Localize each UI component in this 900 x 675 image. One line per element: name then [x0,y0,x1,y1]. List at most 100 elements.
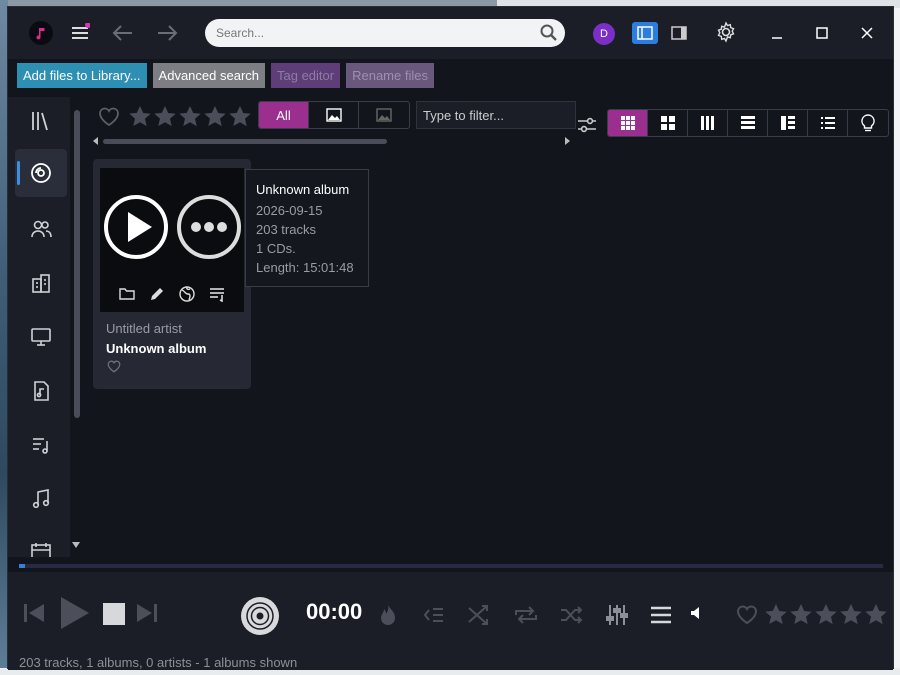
lightbulb-icon[interactable] [848,110,888,136]
volume-icon[interactable] [689,605,705,621]
scroll-down-arrow-icon[interactable] [72,542,80,548]
add-files-button[interactable]: Add files to Library... [17,63,147,88]
menu-icon[interactable] [70,22,91,43]
tooltip-date: 2026-09-15 [256,203,323,218]
nav-scrollbar[interactable] [74,110,80,418]
stop-icon[interactable] [102,602,126,626]
left-navigation [8,97,70,557]
scroll-right-arrow-icon[interactable] [565,137,570,145]
view-details-icon[interactable] [768,110,808,136]
segment-with-image-icon[interactable] [309,102,359,128]
segment-all[interactable]: All [259,102,309,128]
right-panel-toggle-icon[interactable] [668,22,690,44]
more-options-icon[interactable] [176,194,242,260]
star-icon [204,106,226,127]
previous-track-icon[interactable] [21,600,47,626]
favorite-filter-heart-icon[interactable] [97,105,121,127]
maximize-icon[interactable] [810,21,834,45]
album-card[interactable]: Untitled artist Unknown album [93,159,251,389]
globe-icon[interactable] [178,285,196,303]
close-icon[interactable] [855,21,879,45]
forward-arrow-icon[interactable] [154,21,180,45]
library-nav-icon[interactable] [15,97,67,145]
star-icon [229,106,251,127]
calendar-nav-icon[interactable] [15,529,67,557]
star-icon [129,106,151,127]
devices-nav-icon[interactable] [15,313,67,361]
queue-list-icon[interactable] [208,285,226,303]
shuffle-icon[interactable] [558,602,586,628]
track-rating[interactable] [764,602,888,626]
sidebar-layout-toggle-icon[interactable] [632,22,658,44]
view-rows-icon[interactable] [728,110,768,136]
search-input[interactable] [216,26,516,40]
album-tools [100,285,244,303]
play-album-icon[interactable] [103,194,169,260]
star-icon [815,604,837,625]
advanced-search-button[interactable]: Advanced search [152,63,265,88]
segment-without-image-icon[interactable] [359,102,409,128]
minimize-icon[interactable] [765,21,789,45]
elapsed-time: 00:00 [306,599,363,624]
back-arrow-icon[interactable] [110,21,136,45]
playlists-nav-icon[interactable] [15,421,67,469]
star-icon [790,604,812,625]
favorite-heart-icon[interactable] [106,359,122,373]
favorite-heart-icon[interactable] [734,602,760,626]
album-art [100,168,244,312]
rating-filter[interactable] [128,105,252,127]
shuffle-off-icon[interactable] [466,602,492,628]
scroll-left-arrow-icon[interactable] [93,137,98,145]
avatar[interactable]: D [593,23,615,45]
star-icon [154,106,176,127]
edit-pencil-icon[interactable] [148,285,166,303]
folder-icon[interactable] [118,285,136,303]
album-title: Unknown album [106,341,207,356]
search-icon[interactable] [539,23,559,43]
app-window: D Add files to Library... Advanced searc… [7,6,894,670]
albums-nav-icon[interactable] [15,149,67,197]
tooltip-title: Unknown album [256,182,350,197]
star-icon [765,604,787,625]
search-box [205,19,565,47]
hot-flame-icon[interactable] [375,602,401,628]
album-tooltip: Unknown album 2026-09-15 203 tracks 1 CD… [245,169,369,287]
view-columns-icon[interactable] [688,110,728,136]
status-text: 203 tracks, 1 albums, 0 artists - 1 albu… [19,655,298,670]
next-track-icon[interactable] [134,600,160,626]
type-filter-segments: All [258,101,410,129]
tracks-nav-icon[interactable] [15,475,67,523]
tooltip-tracks: 203 tracks [256,222,316,237]
now-playing-disc-icon[interactable] [240,596,280,636]
equalizer-icon[interactable] [604,602,630,628]
star-icon [840,604,862,625]
rename-files-button[interactable]: Rename files [346,63,434,88]
view-list-icon[interactable] [808,110,848,136]
playlist-menu-icon[interactable] [648,602,674,628]
playback-progress-bar[interactable] [19,564,883,568]
player-bar: 00:00 203 tracks, 1 albums, 0 artists - … [8,572,893,670]
tooltip-length: Length: 15:01:48 [256,260,354,275]
filter-horizontal-scrollbar[interactable] [103,139,387,144]
filter-options-sliders-icon[interactable] [577,115,597,135]
queue-icon[interactable] [420,602,446,628]
repeat-icon[interactable] [512,602,540,628]
tooltip-cds: 1 CDs. [256,241,296,256]
music-file-nav-icon[interactable] [15,367,67,415]
star-icon [179,106,201,127]
labels-nav-icon[interactable] [15,259,67,307]
playback-progress-fill [19,564,26,568]
star-icon [865,604,887,625]
app-logo-icon [29,21,53,45]
tag-editor-button[interactable]: Tag editor [271,63,341,88]
gear-icon[interactable] [715,21,737,43]
filter-input[interactable] [416,101,576,129]
view-large-grid-icon[interactable] [608,110,648,136]
view-grid-icon[interactable] [648,110,688,136]
artists-nav-icon[interactable] [15,205,67,253]
view-mode-selector [607,109,889,137]
album-artist: Untitled artist [106,321,182,336]
title-bar: D [8,7,893,59]
action-toolbar: Add files to Library... Advanced search … [17,63,434,88]
play-icon[interactable] [58,596,92,630]
